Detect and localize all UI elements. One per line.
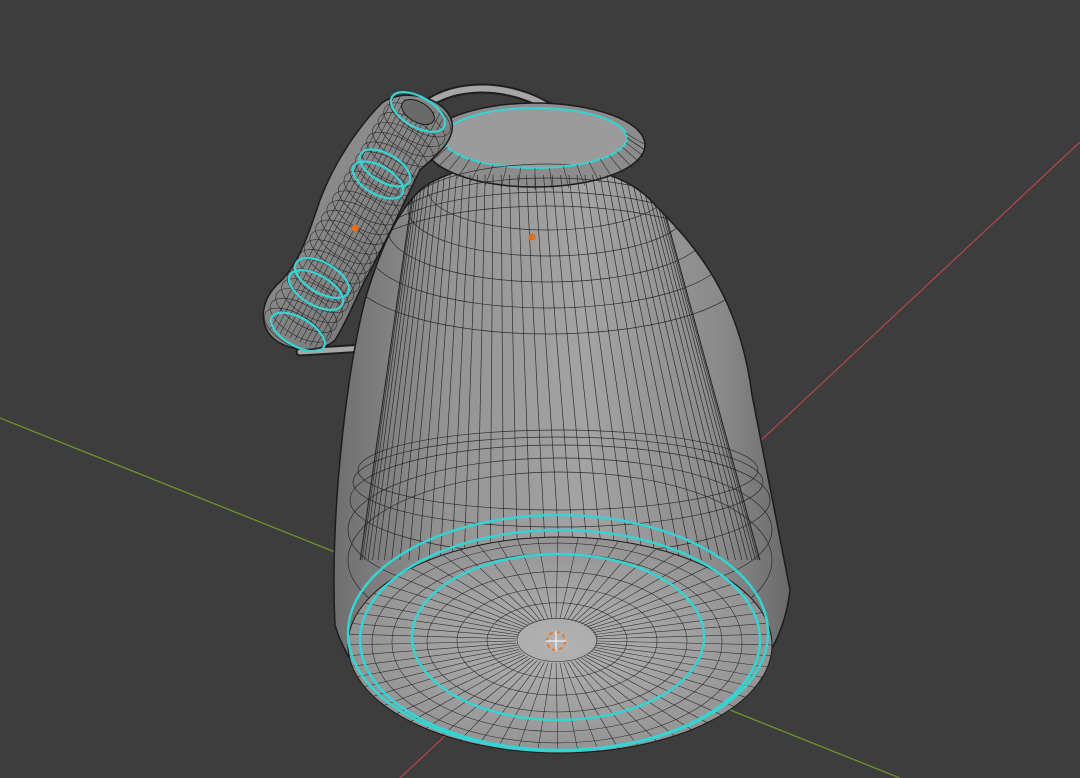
grip-origin-dot[interactable]	[351, 224, 359, 232]
milk-can-bottom[interactable]	[343, 513, 773, 757]
3d-cursor[interactable]	[546, 631, 566, 651]
viewport-canvas[interactable]	[0, 0, 1080, 778]
3d-viewport[interactable]	[0, 0, 1080, 778]
body-origin-dot[interactable]	[528, 233, 536, 241]
